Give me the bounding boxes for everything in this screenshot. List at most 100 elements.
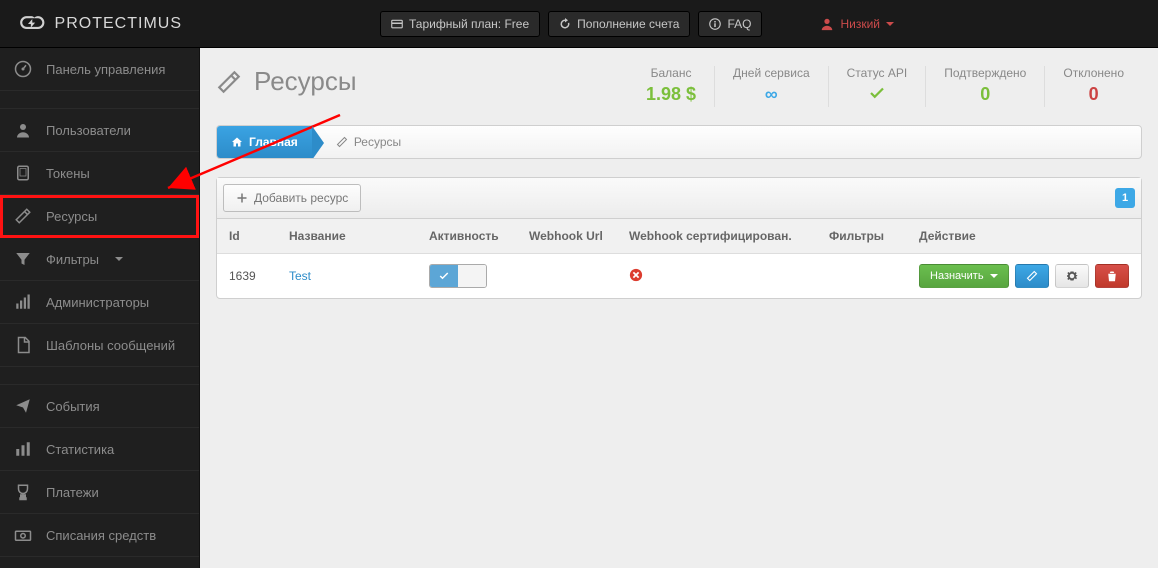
cell-action: Назначить (907, 254, 1141, 299)
delete-button[interactable] (1095, 264, 1129, 288)
stat-label: Баланс (646, 66, 696, 80)
stat-value: ∞ (733, 84, 810, 105)
stats-icon (14, 440, 32, 458)
assign-button[interactable]: Назначить (919, 264, 1009, 288)
sidebar-label: Платежи (46, 485, 99, 500)
stat-confirmed: Подтверждено 0 (925, 66, 1044, 107)
sidebar-item-dashboard[interactable]: Панель управления (0, 48, 199, 91)
user-label: Низкий (840, 17, 880, 31)
page-number-badge[interactable]: 1 (1115, 188, 1135, 208)
tokens-icon (14, 164, 32, 182)
add-resource-button[interactable]: Добавить ресурс (223, 184, 361, 212)
edit-button[interactable] (1015, 264, 1049, 288)
breadcrumb: Главная Ресурсы (216, 125, 1142, 159)
tariff-label: Тарифный план: Free (409, 17, 529, 31)
cell-active (417, 254, 517, 299)
sidebar-item-stats[interactable]: Статистика (0, 428, 199, 471)
th-name: Название (277, 219, 417, 254)
cert-no-icon (629, 269, 643, 285)
cell-cert (617, 254, 817, 299)
stats-bar: Баланс 1.98 $ Дней сервиса ∞ Статус API … (628, 66, 1142, 107)
th-filters: Фильтры (817, 219, 907, 254)
tariff-button[interactable]: Тарифный план: Free (380, 11, 540, 37)
sidebar-item-templates[interactable]: Шаблоны сообщений (0, 324, 199, 367)
edit-icon (336, 136, 348, 148)
stat-balance: Баланс 1.98 $ (628, 66, 714, 107)
filter-icon (14, 250, 32, 268)
stat-label: Статус API (847, 66, 908, 80)
th-webhook: Webhook Url (517, 219, 617, 254)
topbar: PROTECTIMUS Тарифный план: Free Пополнен… (0, 0, 1158, 48)
users-icon (14, 121, 32, 139)
cell-id: 1639 (217, 254, 277, 299)
sidebar-label: Ресурсы (46, 209, 97, 224)
cell-name: Test (277, 254, 417, 299)
breadcrumb-home[interactable]: Главная (217, 126, 312, 158)
events-icon (14, 397, 32, 415)
breadcrumb-current[interactable]: Ресурсы (312, 126, 415, 158)
brand-text: PROTECTIMUS (55, 15, 182, 33)
gear-icon (1066, 270, 1078, 282)
sidebar-item-admins[interactable]: Администраторы (0, 281, 199, 324)
th-id: Id (217, 219, 277, 254)
brand-logo[interactable]: PROTECTIMUS (0, 12, 200, 36)
topbar-right: Тарифный план: Free Пополнение счета FAQ… (200, 11, 1158, 37)
page-title: Ресурсы (216, 66, 357, 97)
activity-toggle[interactable] (429, 264, 487, 288)
sidebar-label: Администраторы (46, 295, 149, 310)
sidebar-item-writeoffs[interactable]: Списания средств (0, 514, 199, 557)
sidebar-separator (0, 367, 199, 385)
table-row: 1639 Test (217, 254, 1141, 299)
toggle-off (458, 265, 486, 287)
plus-icon (236, 192, 248, 204)
toggle-on (430, 265, 458, 287)
user-menu[interactable]: Низкий (820, 17, 894, 31)
stat-label: Отклонено (1063, 66, 1124, 80)
content: Ресурсы Баланс 1.98 $ Дней сервиса ∞ Ста… (200, 48, 1158, 568)
sidebar-label: Статистика (46, 442, 114, 457)
edit-icon (216, 69, 242, 95)
check-icon (847, 84, 908, 107)
stat-value: 0 (944, 84, 1026, 105)
trash-icon (1106, 270, 1118, 282)
protectimus-logo-icon (18, 12, 47, 36)
sidebar-item-tokens[interactable]: Токены (0, 152, 199, 195)
breadcrumb-home-label: Главная (249, 135, 298, 149)
sidebar-item-payments[interactable]: Платежи (0, 471, 199, 514)
assign-label: Назначить (930, 270, 984, 282)
stat-label: Дней сервиса (733, 66, 810, 80)
refresh-icon (559, 18, 571, 30)
sidebar-label: Списания средств (46, 528, 156, 543)
panel-toolbar: Добавить ресурс 1 (217, 178, 1141, 219)
sidebar-label: Фильтры (46, 252, 99, 267)
sidebar: Панель управления Пользователи Токены Ре… (0, 48, 200, 568)
page-title-text: Ресурсы (254, 66, 357, 97)
sidebar-label: Пользователи (46, 123, 131, 138)
caret-down-icon (115, 257, 123, 261)
breadcrumb-current-label: Ресурсы (354, 135, 401, 149)
sidebar-item-filters[interactable]: Фильтры (0, 238, 199, 281)
caret-down-icon (990, 274, 998, 278)
sidebar-label: Панель управления (46, 62, 165, 77)
th-cert: Webhook сертифицирован. (617, 219, 817, 254)
th-active: Активность (417, 219, 517, 254)
home-icon (231, 136, 243, 148)
settings-button[interactable] (1055, 264, 1089, 288)
caret-down-icon (886, 22, 894, 26)
page-header: Ресурсы Баланс 1.98 $ Дней сервиса ∞ Ста… (216, 66, 1142, 107)
admins-icon (14, 293, 32, 311)
sidebar-item-events[interactable]: События (0, 385, 199, 428)
tariff-icon (391, 18, 403, 30)
sidebar-item-users[interactable]: Пользователи (0, 109, 199, 152)
sidebar-item-resources[interactable]: Ресурсы (0, 195, 199, 238)
templates-icon (14, 336, 32, 354)
resource-link[interactable]: Test (289, 269, 311, 283)
topup-label: Пополнение счета (577, 17, 679, 31)
add-resource-label: Добавить ресурс (254, 191, 348, 205)
faq-button[interactable]: FAQ (698, 11, 762, 37)
topup-button[interactable]: Пополнение счета (548, 11, 690, 37)
stat-rejected: Отклонено 0 (1044, 66, 1142, 107)
edit-icon (1026, 270, 1038, 282)
stat-value: 0 (1063, 84, 1124, 105)
th-action: Действие (907, 219, 1141, 254)
